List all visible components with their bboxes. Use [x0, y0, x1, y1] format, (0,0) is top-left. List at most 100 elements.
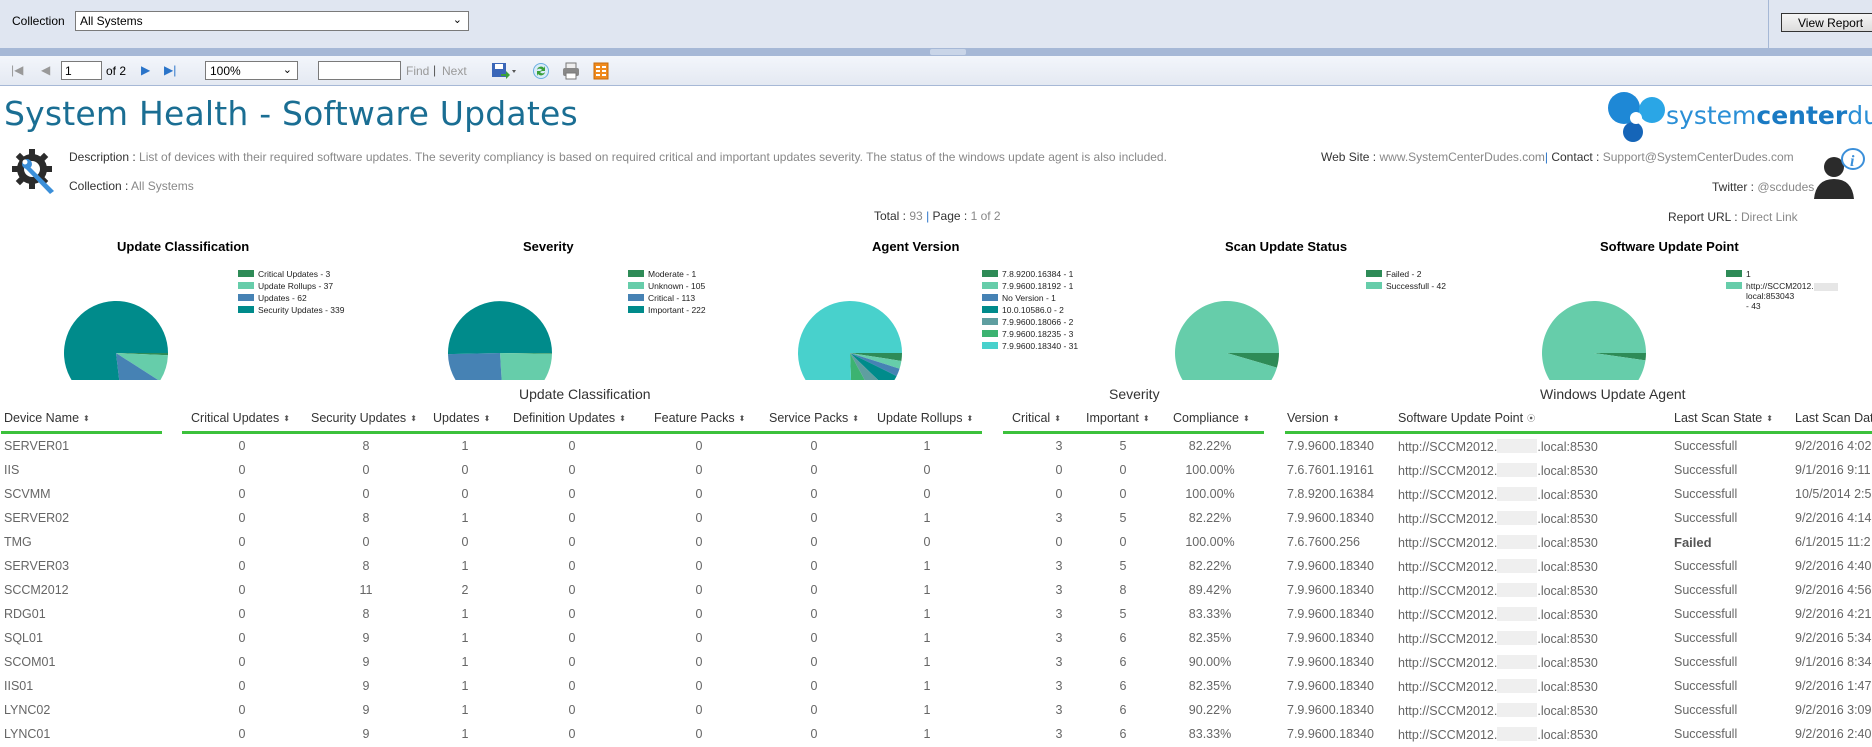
sort-icon[interactable]: ⬍	[1243, 414, 1250, 423]
cell-last-scan-date: 9/2/2016 4:40	[1795, 559, 1872, 573]
cell-service-packs: 0	[810, 535, 818, 549]
column-header-definition-updates[interactable]: Definition Updates ⬍	[513, 411, 626, 425]
column-header-updates[interactable]: Updates ⬍	[433, 411, 490, 425]
sort-icon[interactable]: ⬍	[1143, 414, 1150, 423]
report-url-link[interactable]: Direct Link	[1741, 210, 1798, 224]
sort-icon[interactable]: ⬍	[1333, 414, 1340, 423]
print-icon[interactable]	[562, 62, 580, 80]
legend-item: Critical - 113	[628, 293, 706, 305]
cell-software-update-point[interactable]: http://SCCM2012. .local:8530	[1398, 559, 1598, 574]
column-header-security-updates[interactable]: Security Updates ⬍	[311, 411, 417, 425]
column-header-label: Important	[1086, 411, 1139, 425]
page-number-input[interactable]: 1	[61, 61, 102, 80]
cell-critical-updates: 0	[238, 607, 246, 621]
legend-label: Moderate - 1	[648, 269, 697, 279]
redacted-text	[1497, 511, 1538, 525]
cell-device-name: SCOM01	[4, 655, 56, 669]
cell-feature-packs: 0	[695, 679, 703, 693]
contact-link[interactable]: Support@SystemCenterDudes.com	[1603, 150, 1794, 164]
next-link[interactable]: Next	[442, 64, 467, 78]
cell-update-rollups: 1	[923, 703, 931, 717]
column-header-feature-packs[interactable]: Feature Packs ⬍	[654, 411, 745, 425]
sort-icon[interactable]: ⬍	[83, 414, 90, 423]
cell-updates: 0	[461, 463, 469, 477]
pie-slice-http-sccm2012-local-8530[interactable]	[1542, 301, 1646, 380]
refresh-icon[interactable]	[532, 62, 550, 80]
column-header-last-scan-state[interactable]: Last Scan State ⬍	[1674, 411, 1773, 425]
cell-software-update-point[interactable]: http://SCCM2012. .local:8530	[1398, 679, 1598, 694]
column-header-critical[interactable]: Critical ⬍	[1012, 411, 1061, 425]
column-header-important[interactable]: Important ⬍	[1086, 411, 1150, 425]
cell-software-update-point[interactable]: http://SCCM2012. .local:8530	[1398, 703, 1598, 718]
column-header-service-packs[interactable]: Service Packs ⬍	[769, 411, 859, 425]
legend-label: Critical Updates - 3	[258, 269, 331, 279]
pie-slice-successfull[interactable]	[1175, 301, 1279, 380]
zoom-select[interactable]: 100% ⌄	[205, 61, 298, 80]
pie-slice-critical[interactable]	[448, 353, 503, 380]
column-header-last-scan-date[interactable]: Last Scan Date	[1795, 411, 1872, 425]
pie-slice-important[interactable]	[448, 301, 552, 355]
twitter-link[interactable]: @scdudes	[1757, 180, 1814, 194]
collection-select[interactable]: All Systems ⌄	[75, 11, 469, 31]
website-link[interactable]: www.SystemCenterDudes.com	[1379, 150, 1544, 164]
sort-icon[interactable]: ⬍	[410, 414, 417, 423]
view-report-button[interactable]: View Report	[1781, 13, 1872, 32]
cell-definition-updates: 0	[568, 463, 576, 477]
column-header-label: Last Scan State	[1674, 411, 1763, 425]
cell-software-update-point[interactable]: http://SCCM2012. .local:8530	[1398, 727, 1598, 742]
cell-important: 0	[1119, 463, 1127, 477]
find-input[interactable]	[318, 61, 401, 80]
cell-update-rollups: 1	[923, 511, 931, 525]
column-header-device-name[interactable]: Device Name ⬍	[4, 411, 90, 425]
last-page-icon[interactable]: ▶|	[164, 63, 176, 77]
cell-software-update-point[interactable]: http://SCCM2012. .local:8530	[1398, 607, 1598, 622]
column-header-software-update-point[interactable]: Software Update Point ⦿	[1398, 411, 1535, 425]
column-header-version[interactable]: Version ⬍	[1287, 411, 1339, 425]
cell-feature-packs: 0	[695, 703, 703, 717]
report-title: System Health - Software Updates	[4, 94, 578, 133]
cell-important: 6	[1119, 631, 1127, 645]
cell-software-update-point[interactable]: http://SCCM2012. .local:8530	[1398, 535, 1598, 550]
sort-icon[interactable]: ⬍	[484, 414, 491, 423]
column-header-critical-updates[interactable]: Critical Updates ⬍	[191, 411, 290, 425]
cell-software-update-point[interactable]: http://SCCM2012. .local:8530	[1398, 655, 1598, 670]
sort-active-icon[interactable]: ⦿	[1527, 414, 1535, 423]
collapse-handle[interactable]	[930, 49, 966, 55]
first-page-icon[interactable]: |◀	[11, 63, 23, 77]
sort-icon[interactable]: ⬍	[966, 414, 973, 423]
column-header-update-rollups[interactable]: Update Rollups ⬍	[877, 411, 973, 425]
cell-software-update-point[interactable]: http://SCCM2012. .local:8530	[1398, 463, 1598, 478]
group-title-windows-update-agent: Windows Update Agent	[1540, 386, 1686, 402]
sort-icon[interactable]: ⬍	[852, 414, 859, 423]
sort-icon[interactable]: ⬍	[283, 414, 290, 423]
next-page-icon[interactable]: ▶	[141, 63, 150, 77]
legend-item: Critical Updates - 3	[238, 269, 344, 281]
column-header-compliance[interactable]: Compliance ⬍	[1173, 411, 1250, 425]
cell-version: 7.8.9200.16384	[1287, 487, 1374, 501]
sort-icon[interactable]: ⬍	[1766, 414, 1773, 423]
cell-definition-updates: 0	[568, 679, 576, 693]
pie-slice-unknown[interactable]	[500, 353, 552, 380]
cell-software-update-point[interactable]: http://SCCM2012. .local:8530	[1398, 511, 1598, 526]
cell-service-packs: 0	[810, 631, 818, 645]
cell-service-packs: 0	[810, 607, 818, 621]
cell-software-update-point[interactable]: http://SCCM2012. .local:8530	[1398, 631, 1598, 646]
cell-last-scan-state: Successfull	[1674, 439, 1738, 453]
find-link[interactable]: Find	[406, 64, 429, 78]
cell-software-update-point[interactable]: http://SCCM2012. .local:8530	[1398, 439, 1598, 454]
sort-icon[interactable]: ⬍	[739, 414, 746, 423]
cell-software-update-point[interactable]: http://SCCM2012. .local:8530	[1398, 583, 1598, 598]
sort-icon[interactable]: ⬍	[1054, 414, 1061, 423]
cell-feature-packs: 0	[695, 631, 703, 645]
parameter-area: Collection All Systems ⌄ View Report	[0, 0, 1872, 48]
legend-swatch	[982, 306, 998, 313]
sort-icon[interactable]: ⬍	[619, 414, 626, 423]
chevron-down-icon: ⌄	[282, 64, 292, 76]
cell-compliance: 83.33%	[1188, 727, 1232, 741]
previous-page-icon[interactable]: ◀	[41, 63, 50, 77]
document-map-icon[interactable]	[593, 62, 609, 80]
export-icon[interactable]	[491, 62, 517, 80]
chart-legend: Critical Updates - 3 Update Rollups - 37 U…	[238, 269, 344, 317]
cell-software-update-point[interactable]: http://SCCM2012. .local:8530	[1398, 487, 1598, 502]
cell-updates: 1	[461, 439, 469, 453]
